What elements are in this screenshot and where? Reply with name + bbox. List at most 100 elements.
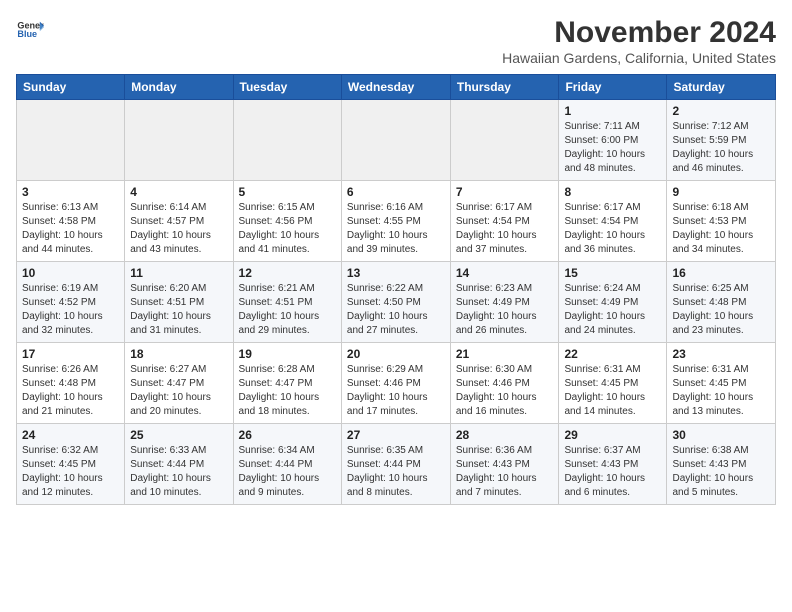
calendar-day-cell [125,100,233,181]
day-info: Sunrise: 6:16 AM Sunset: 4:55 PM Dayligh… [347,201,445,257]
page-header: General Blue November 2024 Hawaiian Gard… [16,16,776,66]
calendar-day-cell: 26 Sunrise: 6:34 AM Sunset: 4:44 PM Dayli… [233,424,341,505]
weekday-header: Monday [125,75,233,100]
day-info: Sunrise: 6:17 AM Sunset: 4:54 PM Dayligh… [456,201,554,257]
day-info: Sunrise: 6:26 AM Sunset: 4:48 PM Dayligh… [22,363,119,419]
page-title: November 2024 [502,16,776,50]
calendar-day-cell: 13Sunrise: 6:22 AM Sunset: 4:50 PM Dayli… [341,262,450,343]
calendar-day-cell: 9Sunrise: 6:18 AM Sunset: 4:53 PM Daylig… [667,181,776,262]
day-info: Sunrise: 6:31 AM Sunset: 4:45 PM Dayligh… [672,363,770,419]
calendar-day-cell: 12 Sunrise: 6:21 AM Sunset: 4:51 PM Dayli… [233,262,341,343]
title-area: November 2024 Hawaiian Gardens, Californ… [502,16,776,66]
calendar-day-cell: 4 Sunrise: 6:14 AM Sunset: 4:57 PM Daylig… [125,181,233,262]
day-info: Sunrise: 6:20 AM Sunset: 4:51 PM Dayligh… [130,282,227,338]
day-info: Sunrise: 6:31 AM Sunset: 4:45 PM Dayligh… [564,363,661,419]
day-info: Sunrise: 6:23 AM Sunset: 4:49 PM Dayligh… [456,282,554,338]
calendar-day-cell: 25 Sunrise: 6:33 AM Sunset: 4:44 PM Dayli… [125,424,233,505]
calendar-day-cell [450,100,559,181]
day-number: 11 [130,266,227,280]
calendar-day-cell: 7 Sunrise: 6:17 AM Sunset: 4:54 PM Daylig… [450,181,559,262]
calendar-week-row: 17Sunrise: 6:26 AM Sunset: 4:48 PM Dayli… [17,343,776,424]
calendar-day-cell: 2 Sunrise: 7:12 AM Sunset: 5:59 PM Daylig… [667,100,776,181]
day-info: Sunrise: 7:12 AM Sunset: 5:59 PM Dayligh… [672,120,770,176]
day-info: Sunrise: 6:38 AM Sunset: 4:43 PM Dayligh… [672,444,770,500]
calendar-week-row: 10 Sunrise: 6:19 AM Sunset: 4:52 PM Dayli… [17,262,776,343]
day-number: 12 [239,266,336,280]
calendar-day-cell: 1Sunrise: 7:11 AM Sunset: 6:00 PM Daylig… [559,100,667,181]
calendar-day-cell: 5 Sunrise: 6:15 AM Sunset: 4:56 PM Daylig… [233,181,341,262]
calendar-day-cell: 3Sunrise: 6:13 AM Sunset: 4:58 PM Daylig… [17,181,125,262]
day-number: 25 [130,428,227,442]
day-number: 21 [456,347,554,361]
calendar-day-cell: 19Sunrise: 6:28 AM Sunset: 4:47 PM Dayli… [233,343,341,424]
logo-icon: General Blue [16,16,44,44]
day-number: 20 [347,347,445,361]
day-number: 29 [564,428,661,442]
day-info: Sunrise: 6:14 AM Sunset: 4:57 PM Dayligh… [130,201,227,257]
day-number: 4 [130,185,227,199]
calendar-day-cell: 11 Sunrise: 6:20 AM Sunset: 4:51 PM Dayli… [125,262,233,343]
page-subtitle: Hawaiian Gardens, California, United Sta… [502,50,776,66]
day-number: 27 [347,428,445,442]
day-info: Sunrise: 6:37 AM Sunset: 4:43 PM Dayligh… [564,444,661,500]
calendar-day-cell: 21Sunrise: 6:30 AM Sunset: 4:46 PM Dayli… [450,343,559,424]
day-number: 9 [672,185,770,199]
day-info: Sunrise: 6:19 AM Sunset: 4:52 PM Dayligh… [22,282,119,338]
day-info: Sunrise: 6:17 AM Sunset: 4:54 PM Dayligh… [564,201,661,257]
calendar-day-cell: 8Sunrise: 6:17 AM Sunset: 4:54 PM Daylig… [559,181,667,262]
day-number: 15 [564,266,661,280]
weekday-header: Wednesday [341,75,450,100]
calendar-week-row: 1Sunrise: 7:11 AM Sunset: 6:00 PM Daylig… [17,100,776,181]
day-info: Sunrise: 6:27 AM Sunset: 4:47 PM Dayligh… [130,363,227,419]
day-number: 16 [672,266,770,280]
calendar-day-cell: 15 Sunrise: 6:24 AM Sunset: 4:49 PM Dayli… [559,262,667,343]
calendar-day-cell: 24 Sunrise: 6:32 AM Sunset: 4:45 PM Dayli… [17,424,125,505]
day-info: Sunrise: 6:22 AM Sunset: 4:50 PM Dayligh… [347,282,445,338]
day-info: Sunrise: 6:33 AM Sunset: 4:44 PM Dayligh… [130,444,227,500]
day-info: Sunrise: 7:11 AM Sunset: 6:00 PM Dayligh… [564,120,661,176]
calendar-day-cell: 22 Sunrise: 6:31 AM Sunset: 4:45 PM Dayli… [559,343,667,424]
day-number: 10 [22,266,119,280]
weekday-header: Saturday [667,75,776,100]
calendar-day-cell: 23Sunrise: 6:31 AM Sunset: 4:45 PM Dayli… [667,343,776,424]
day-info: Sunrise: 6:36 AM Sunset: 4:43 PM Dayligh… [456,444,554,500]
day-number: 7 [456,185,554,199]
weekday-header: Friday [559,75,667,100]
day-info: Sunrise: 6:35 AM Sunset: 4:44 PM Dayligh… [347,444,445,500]
day-info: Sunrise: 6:28 AM Sunset: 4:47 PM Dayligh… [239,363,336,419]
day-info: Sunrise: 6:34 AM Sunset: 4:44 PM Dayligh… [239,444,336,500]
calendar-day-cell: 17Sunrise: 6:26 AM Sunset: 4:48 PM Dayli… [17,343,125,424]
weekday-header: Tuesday [233,75,341,100]
day-number: 3 [22,185,119,199]
day-number: 26 [239,428,336,442]
day-info: Sunrise: 6:25 AM Sunset: 4:48 PM Dayligh… [672,282,770,338]
calendar-table: SundayMondayTuesdayWednesdayThursdayFrid… [16,74,776,505]
calendar-day-cell: 6Sunrise: 6:16 AM Sunset: 4:55 PM Daylig… [341,181,450,262]
day-info: Sunrise: 6:21 AM Sunset: 4:51 PM Dayligh… [239,282,336,338]
calendar-day-cell [17,100,125,181]
day-number: 30 [672,428,770,442]
day-number: 28 [456,428,554,442]
day-number: 18 [130,347,227,361]
day-info: Sunrise: 6:32 AM Sunset: 4:45 PM Dayligh… [22,444,119,500]
calendar-day-cell: 30 Sunrise: 6:38 AM Sunset: 4:43 PM Dayli… [667,424,776,505]
day-number: 22 [564,347,661,361]
calendar-week-row: 24 Sunrise: 6:32 AM Sunset: 4:45 PM Dayli… [17,424,776,505]
calendar-day-cell: 18 Sunrise: 6:27 AM Sunset: 4:47 PM Dayli… [125,343,233,424]
calendar-header-row: SundayMondayTuesdayWednesdayThursdayFrid… [17,75,776,100]
calendar-day-cell: 14Sunrise: 6:23 AM Sunset: 4:49 PM Dayli… [450,262,559,343]
calendar-week-row: 3Sunrise: 6:13 AM Sunset: 4:58 PM Daylig… [17,181,776,262]
day-info: Sunrise: 6:15 AM Sunset: 4:56 PM Dayligh… [239,201,336,257]
day-number: 24 [22,428,119,442]
day-number: 2 [672,104,770,118]
day-info: Sunrise: 6:29 AM Sunset: 4:46 PM Dayligh… [347,363,445,419]
calendar-day-cell: 27 Sunrise: 6:35 AM Sunset: 4:44 PM Dayli… [341,424,450,505]
day-info: Sunrise: 6:24 AM Sunset: 4:49 PM Dayligh… [564,282,661,338]
logo: General Blue [16,16,44,44]
calendar-day-cell: 28 Sunrise: 6:36 AM Sunset: 4:43 PM Dayli… [450,424,559,505]
calendar-day-cell [341,100,450,181]
calendar-day-cell [233,100,341,181]
calendar-day-cell: 16 Sunrise: 6:25 AM Sunset: 4:48 PM Dayli… [667,262,776,343]
weekday-header: Sunday [17,75,125,100]
day-number: 5 [239,185,336,199]
